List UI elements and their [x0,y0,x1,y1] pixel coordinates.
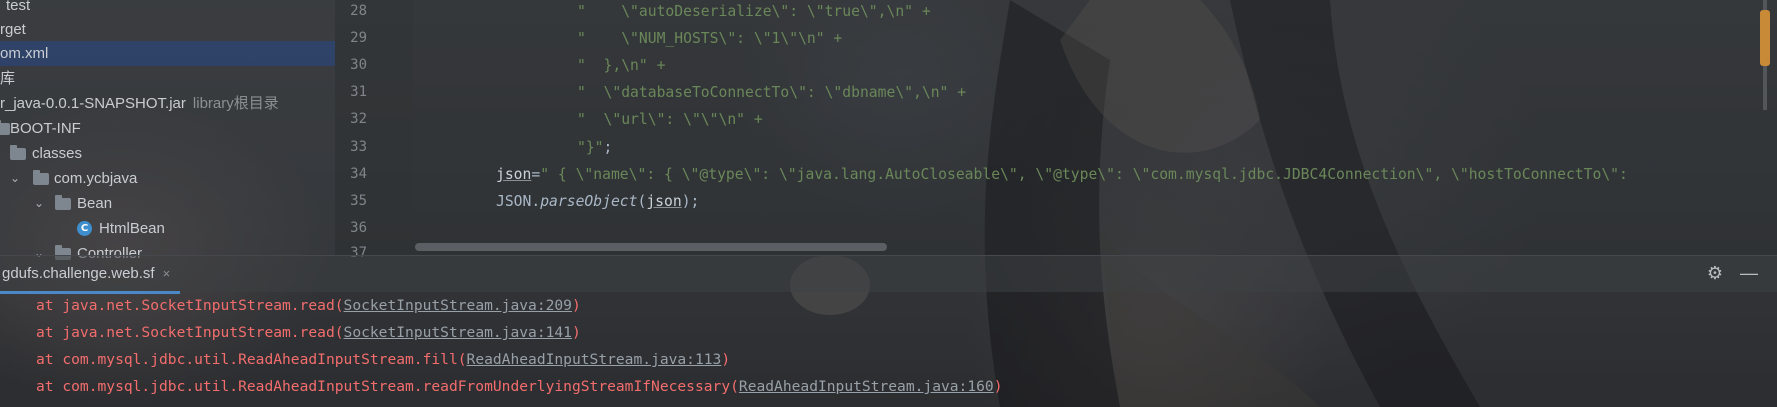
tree-item-pom-xml[interactable]: om.xml [0,41,335,66]
folder-icon [33,170,49,185]
code-method: parseObject [540,193,638,210]
line-number: 31 [350,84,367,100]
source-link[interactable]: SocketInputStream.java:141 [344,324,572,341]
code-line-28: " \"autoDeserialize\": \"true\",\n" + [577,3,931,20]
line-number: 29 [350,30,367,46]
run-tab-label: gdufs.challenge.web.sf [2,265,155,282]
code-line-35: JSON.parseObject(json); [496,188,699,215]
stack-frame: at com.mysql.jdbc.util.ReadAheadInputStr… [36,351,467,368]
tree-item-classes[interactable]: classes [0,141,335,166]
line-number: 36 [350,220,367,236]
vertical-scrollbar-thumb[interactable] [1760,10,1770,66]
code-editor[interactable]: 28 29 30 31 32 33 34 35 36 37 " \"autoDe… [335,0,1777,261]
stack-frame-end: ) [721,351,731,368]
tree-item-label: HtmlBean [99,220,165,237]
folder-icon [55,195,71,210]
line-number: 28 [350,3,367,19]
tree-item-label: BOOT-INF [10,120,81,137]
stack-trace-line: at java.net.SocketInputStream.read(Socke… [36,292,581,319]
source-link[interactable]: SocketInputStream.java:209 [344,297,572,314]
folder-icon [10,145,26,160]
stack-trace-line: at java.net.SocketInputStream.read(Socke… [36,319,581,346]
code-punct: ; [603,139,613,156]
tree-item-target[interactable]: rget [0,17,335,42]
code-line-30: " },\n" + [577,57,666,74]
code-line-29: " \"NUM_HOSTS\": \"1\"\n" + [577,30,843,47]
code-line-32: " \"url\": \"\"\n" + [577,111,763,128]
code-punct: = [531,166,541,183]
stack-frame-end: ) [993,378,1003,395]
tree-item-label: classes [32,145,83,162]
stack-trace-line: at com.mysql.jdbc.util.ReadAheadInputStr… [36,346,730,373]
code-variable: json [496,166,532,183]
source-link[interactable]: ReadAheadInputStream.java:113 [467,351,722,368]
source-link[interactable]: ReadAheadInputStream.java:160 [739,378,994,395]
stack-frame-end: ) [571,324,581,341]
tree-item-bean[interactable]: ⌄ Bean [0,191,335,216]
minimize-icon[interactable]: — [1739,263,1759,283]
line-number: 30 [350,57,367,73]
run-panel-header: gdufs.challenge.web.sf × ⚙ — [0,255,1777,294]
tree-item-jar-text: r_java-0.0.1-SNAPSHOT.jar library根目录 [0,91,279,116]
code-punct: ); [681,193,700,210]
line-number: 33 [350,139,367,155]
project-tree-panel: test rget om.xml 库 r_java-0.0.1-SNAPSHOT… [0,0,335,262]
chevron-down-icon[interactable]: ⌄ [34,191,48,216]
tree-item-label: om.xml [0,45,49,62]
folder-icon [0,120,10,135]
code-line-31: " \"databaseToConnectTo\": \"dbname\",\n… [577,84,967,101]
tree-item-hint: library根目录 [192,95,279,112]
line-number-gutter: 28 29 30 31 32 33 34 35 36 37 [335,0,413,261]
stack-frame: at com.mysql.jdbc.util.ReadAheadInputStr… [36,378,739,395]
tree-item-library[interactable]: 库 [0,66,335,91]
line-number: 32 [350,111,367,127]
tree-item-com-ycbjava[interactable]: ⌄ com.ycbjava [0,166,335,191]
stack-frame: at java.net.SocketInputStream.read( [36,324,344,341]
tree-item-test[interactable]: test [0,0,335,18]
console-output: at java.net.SocketInputStream.read(Socke… [0,292,1777,407]
code-string: "}" [577,139,604,156]
close-icon[interactable]: × [163,266,171,281]
gear-icon[interactable]: ⚙ [1705,263,1725,283]
java-class-icon: C [77,221,92,236]
tree-item-htmlbean[interactable]: C HtmlBean [0,216,335,241]
horizontal-scrollbar[interactable] [415,243,887,251]
code-string: " { \"name\": { \"@type\": \"java.lang.A… [540,166,1628,183]
run-tab[interactable]: gdufs.challenge.web.sf × [0,256,181,294]
code-object: JSON. [496,193,541,210]
chevron-down-icon[interactable]: ⌄ [10,166,24,191]
line-number: 34 [350,166,367,182]
stack-frame-end: ) [571,297,581,314]
code-line-34: json=" { \"name\": { \"@type\": \"java.l… [496,161,1628,188]
tree-item-jar[interactable]: r_java-0.0.1-SNAPSHOT.jar library根目录 [0,91,335,116]
line-number: 35 [350,193,367,209]
tree-item-label: com.ycbjava [54,170,138,187]
code-variable: json [646,193,682,210]
tree-item-label: rget [0,21,26,38]
tree-item-label: r_java-0.0.1-SNAPSHOT.jar [0,95,186,112]
tree-item-label: 库 [0,70,16,87]
tree-item-label: Bean [77,195,113,212]
stack-frame: at java.net.SocketInputStream.read( [36,297,344,314]
code-line-33: "}"; [577,134,612,161]
tree-item-label: test [6,0,31,14]
stack-trace-line: at com.mysql.jdbc.util.ReadAheadInputStr… [36,373,1003,400]
tree-item-boot-inf[interactable]: BOOT-INF [0,116,335,141]
